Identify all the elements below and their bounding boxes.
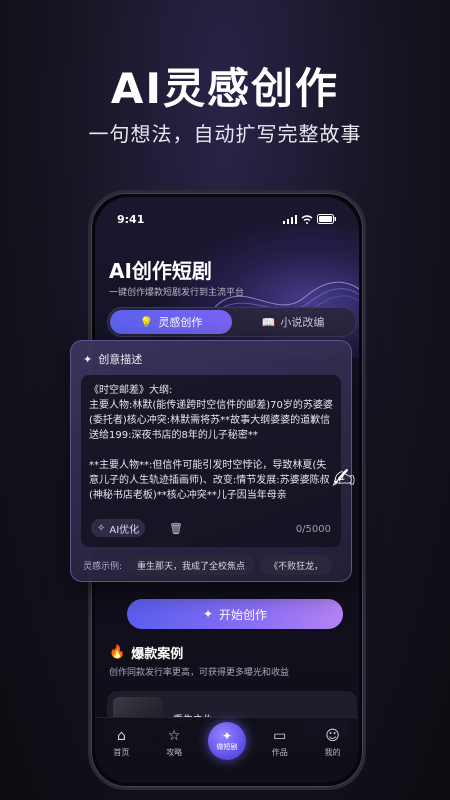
bulb-icon: 💡 bbox=[139, 315, 154, 329]
book-icon: 📖 bbox=[261, 315, 276, 329]
tabbar-home-label: 首页 bbox=[113, 748, 130, 757]
trash-icon[interactable]: 🗑 bbox=[169, 522, 183, 535]
tabbar-home[interactable]: ⌂ 首页 bbox=[101, 728, 141, 758]
user-icon: ☺ bbox=[325, 728, 340, 744]
hot-cases-label: 爆款案例 bbox=[131, 647, 184, 662]
tabbar-me-label: 我的 bbox=[324, 748, 341, 757]
app-subtitle: 一键创作爆款短剧发行到主流平台 bbox=[109, 288, 245, 298]
app-title: AI创作短剧 bbox=[109, 259, 212, 283]
start-create-button[interactable]: ✦ 开始创作 bbox=[127, 599, 343, 629]
sparkle-icon: ✦ bbox=[221, 729, 233, 743]
idea-text: 《时空邮差》大纲: 主要人物:林默(能传递跨时空信件的邮差)70岁的苏婆婆(委托… bbox=[89, 385, 333, 501]
example-chip[interactable]: 重生那天，我成了全校焦点 bbox=[128, 555, 255, 575]
start-create-label: 开始创作 bbox=[219, 607, 268, 622]
idea-card-header: ✦ 创意描述 bbox=[83, 351, 142, 367]
tabbar-guide-label: 攻略 bbox=[166, 748, 183, 757]
ai-optimize-label: AI优化 bbox=[109, 524, 140, 536]
tabbar-make[interactable]: ✦ 做短剧 bbox=[207, 722, 247, 760]
status-bar: 9:41 bbox=[117, 211, 337, 227]
sparkle-icon: ✦ bbox=[202, 607, 214, 621]
char-counter: 0/5000 bbox=[295, 524, 331, 535]
idea-textarea[interactable]: 《时空邮差》大纲: 主要人物:林默(能传递跨时空信件的邮差)70岁的苏婆婆(委托… bbox=[81, 375, 341, 547]
hot-cases-title: 🔥 爆款案例 bbox=[109, 643, 183, 662]
idea-card: ✦ 创意描述 《时空邮差》大纲: 主要人物:林默(能传递跨时空信件的邮差)70岁… bbox=[70, 340, 352, 582]
signal-icon bbox=[283, 214, 297, 224]
fire-icon: 🔥 bbox=[109, 645, 126, 660]
idea-card-title: 创意描述 bbox=[98, 353, 143, 366]
example-chip[interactable]: 《不败狂龙， bbox=[260, 555, 333, 575]
home-icon: ⌂ bbox=[116, 728, 126, 744]
refresh-icon[interactable]: ↻ bbox=[338, 559, 339, 572]
tab-inspiration[interactable]: 💡 灵感创作 bbox=[110, 310, 232, 334]
writing-hand-icon: ✍ bbox=[332, 462, 356, 495]
folder-icon: ▭ bbox=[273, 728, 287, 744]
make-drama-button[interactable]: ✦ 做短剧 bbox=[207, 722, 246, 760]
tab-novel-adapt[interactable]: 📖 小说改编 bbox=[232, 310, 354, 334]
hero-subtitle: 一句想法，自动扩写完整故事 bbox=[88, 122, 362, 146]
examples-row: 灵感示例: 重生那天，我成了全校焦点 《不败狂龙， ↻ bbox=[83, 555, 339, 575]
tab-novel-adapt-label: 小说改编 bbox=[280, 316, 325, 329]
tabbar-me[interactable]: ☺ 我的 bbox=[313, 728, 353, 758]
hero-title: AI灵感创作 bbox=[110, 64, 340, 113]
guide-icon: ☆ bbox=[167, 728, 181, 744]
tabbar-works[interactable]: ▭ 作品 bbox=[260, 728, 300, 758]
mode-tabs: 💡 灵感创作 📖 小说改编 bbox=[107, 307, 357, 337]
wifi-icon bbox=[301, 214, 313, 224]
tab-inspiration-label: 灵感创作 bbox=[158, 316, 203, 329]
hot-cases-subtitle: 创作同款发行率更高，可获得更多曝光和收益 bbox=[109, 668, 290, 678]
examples-label: 灵感示例: bbox=[83, 561, 123, 572]
magic-wand-icon: ✧ bbox=[97, 522, 106, 534]
tabbar-make-label: 做短剧 bbox=[216, 743, 238, 751]
bottom-tabbar: ⌂ 首页 ☆ 攻略 ✦ 做短剧 ▭ 作品 ☺ 我的 bbox=[95, 717, 359, 783]
status-icons bbox=[283, 214, 337, 224]
battery-icon bbox=[317, 214, 336, 224]
tabbar-works-label: 作品 bbox=[271, 748, 288, 757]
ai-optimize-button[interactable]: ✧ AI优化 bbox=[91, 519, 146, 537]
status-time: 9:41 bbox=[117, 212, 145, 226]
tabbar-guide[interactable]: ☆ 攻略 bbox=[154, 728, 194, 758]
sparkle-icon: ✦ bbox=[83, 352, 93, 366]
